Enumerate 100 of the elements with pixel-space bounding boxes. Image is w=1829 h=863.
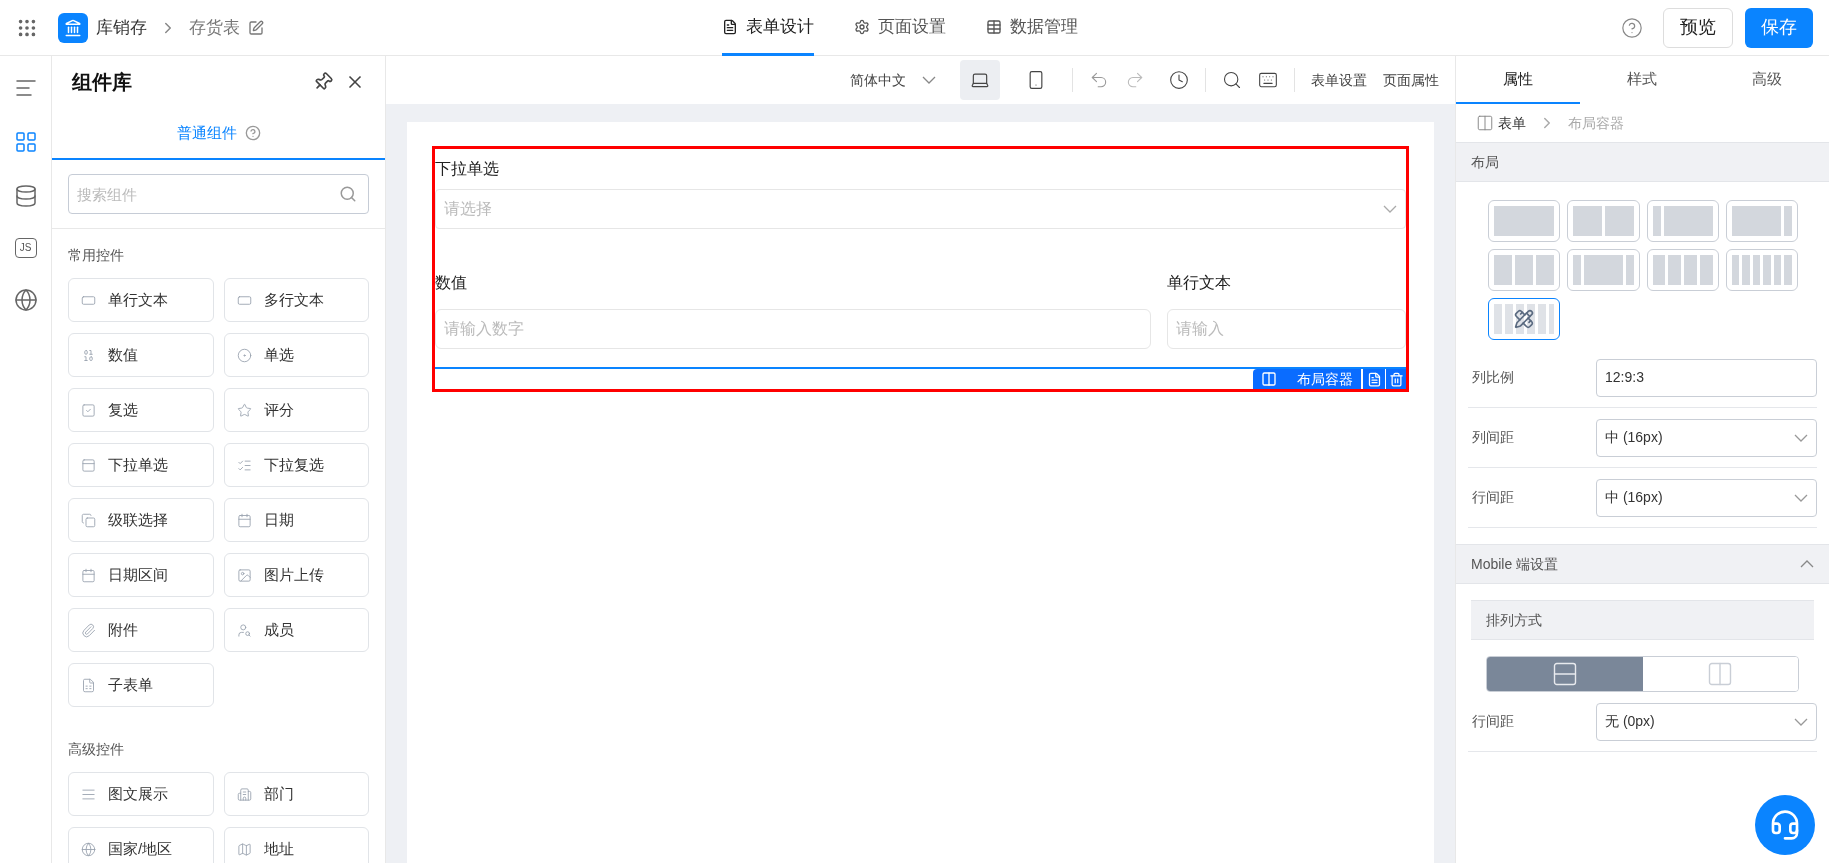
chevron-down-icon [1794,433,1808,442]
panel-title: 组件库 [72,70,132,95]
inspector-tab[interactable]: 高级 [1704,56,1829,104]
component-item[interactable]: 复选 [68,388,214,432]
edit-icon[interactable] [248,19,264,36]
bank-icon [64,18,82,37]
group-title: 常用控件 [68,246,125,265]
text-field[interactable]: 12:9:3 [1596,358,1817,397]
chevron-up-icon [1800,560,1814,568]
component-item[interactable]: 日期 [223,498,369,542]
breadcrumb-link[interactable]: 表单 [1498,112,1526,134]
multiselect-icon [236,457,252,473]
select-field[interactable]: 中 (16px) [1596,478,1817,517]
inspector-tab[interactable]: 样式 [1580,56,1705,104]
component-item[interactable]: 图片上传 [223,553,369,597]
select-field[interactable]: 无 (0px) [1596,702,1817,741]
component-item[interactable]: 级联选择 [68,498,214,542]
field-label: 行间距 [1471,712,1515,731]
subform-icon [81,677,96,693]
component-item[interactable]: 单行文本 [68,278,214,322]
page-properties-button[interactable]: 页面属性 [1383,69,1439,91]
select-field[interactable]: 中 (16px) [1596,418,1817,457]
component-item[interactable]: 附件 [68,608,214,652]
group-title: 高级控件 [68,740,125,759]
component-item[interactable]: 国家/地区 [68,827,214,863]
nav-tab[interactable]: 数据管理 [986,0,1078,56]
layout-container[interactable]: 下拉单选 请选择 数值 请输入数字 单行文本 请输入 布局容器 [432,146,1409,392]
component-item[interactable]: 下拉单选 [68,443,214,487]
gear-icon [854,18,870,35]
arrange-option[interactable] [1487,657,1643,691]
trash-icon [1388,371,1404,387]
pencil-ruler-icon [1514,309,1535,329]
map-icon [236,841,252,857]
columns-icon [1476,114,1494,132]
support-chat-button[interactable] [1755,795,1815,855]
component-item[interactable]: 单选 [223,333,369,377]
page-name: 存货表 [189,16,240,39]
language-select[interactable]: 简体中文 [850,69,936,91]
section-header: 布局 [1456,142,1829,182]
form-settings-button[interactable]: 表单设置 [1311,69,1367,91]
document-icon [1366,371,1382,387]
image-icon [236,567,252,583]
nav-tab[interactable]: 页面设置 [854,0,946,56]
undo-icon[interactable] [1089,70,1109,90]
history-icon[interactable] [1169,70,1189,90]
delete-button[interactable] [1386,369,1406,389]
globe-icon [81,841,96,857]
inspector-tab[interactable]: 属性 [1456,56,1581,104]
select-icon [81,457,96,473]
checkbox-icon [81,402,96,418]
table-icon [986,18,1002,35]
user-icon [236,622,252,638]
star-icon [236,402,252,418]
component-item[interactable]: 部门 [223,772,369,816]
component-item[interactable]: 图文展示 [68,772,214,816]
component-item[interactable]: 日期区间 [68,553,214,597]
field-label: 列间距 [1471,428,1515,447]
help-icon[interactable] [244,125,261,141]
component-item[interactable]: 多行文本 [223,278,369,322]
component-item[interactable]: 子表单 [68,663,214,707]
columns-icon [1261,371,1277,387]
component-item[interactable]: 评分 [223,388,369,432]
field-label: 数值 [435,273,468,293]
field-label: 单行文本 [1167,273,1233,293]
document-icon [722,18,738,35]
input-field[interactable]: 请输入 [1167,309,1406,349]
component-item[interactable]: 数值 [68,333,214,377]
layout-option[interactable] [1488,298,1561,340]
component-item[interactable]: 地址 [223,827,369,863]
chevron-down-icon [1794,717,1808,726]
device-button[interactable] [960,60,1000,100]
script-button[interactable]: JS [14,238,37,258]
input-field[interactable]: 请输入数字 [435,309,1152,349]
keyboard-icon[interactable] [1258,70,1278,90]
radio-icon [236,347,252,363]
collapse-toggle[interactable] [1800,560,1814,568]
chevron-down-icon [1794,493,1808,502]
subsection-header: 排列方式 [1471,600,1814,640]
text-icon [81,786,96,802]
field-label: 列比例 [1471,368,1515,387]
search-icon[interactable] [1222,70,1242,90]
headset-icon [1769,809,1801,841]
component-item[interactable]: 成员 [223,608,369,652]
section-header: Mobile 端设置 [1471,554,1559,574]
library-tab[interactable]: 普通组件 [176,121,237,145]
chevron-down-icon [922,76,936,84]
redo-icon[interactable] [1125,70,1145,90]
date-icon [236,512,252,528]
field-label: 下拉单选 [435,159,500,179]
preview-button[interactable]: 预览 [1663,7,1733,48]
breadcrumb-current: 布局容器 [1568,113,1624,133]
container-badge: 布局容器 [1253,369,1361,389]
copy-button[interactable] [1363,369,1385,389]
field-label: 行间距 [1471,488,1515,507]
component-item[interactable]: 下拉复选 [223,443,369,487]
help-icon[interactable] [1621,16,1643,39]
clip-icon [81,622,96,638]
date-icon [81,567,96,583]
search-field[interactable]: 搜索组件 [68,174,369,214]
save-button[interactable]: 保存 [1745,7,1813,48]
